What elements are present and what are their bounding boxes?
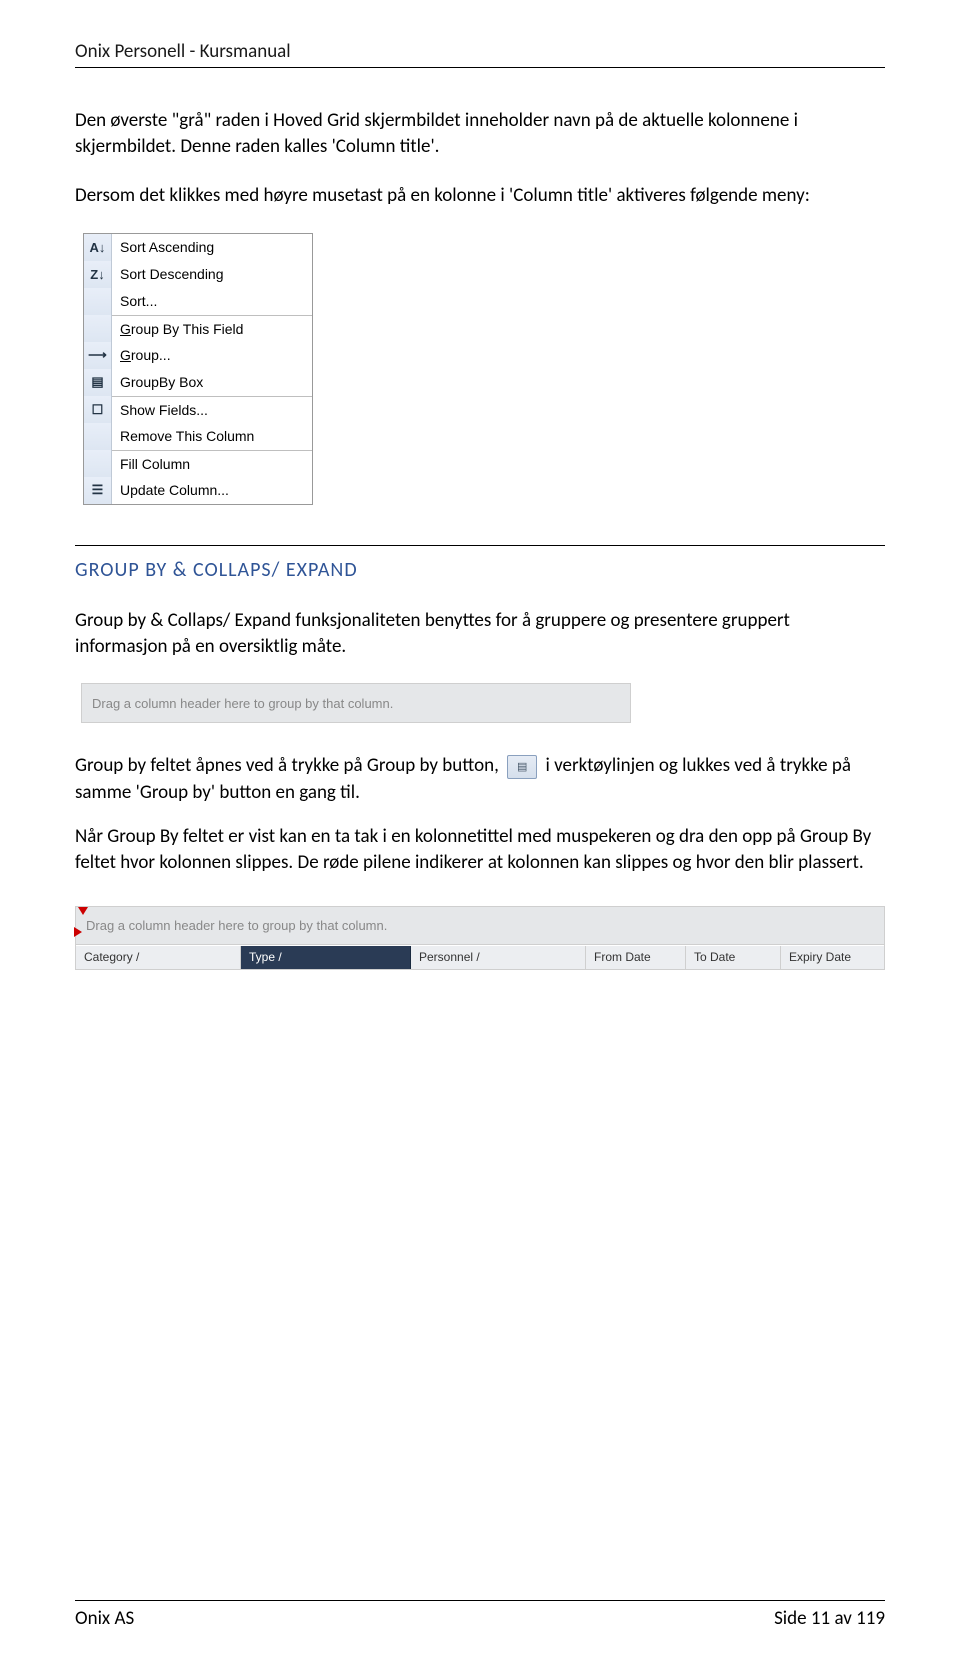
paragraph-3: Group by & Collaps/ Expand funksjonalite… <box>75 608 885 659</box>
sort-desc-icon: Z↓ <box>84 261 112 288</box>
menu-label: GroupBy Box <box>112 374 203 390</box>
blank-icon <box>84 450 112 477</box>
menu-item-show-fields[interactable]: ☐ Show Fields... <box>84 396 312 423</box>
menu-item-groupby-box[interactable]: ▤ GroupBy Box <box>84 369 312 396</box>
menu-item-group-by-field[interactable]: Group By This Field <box>84 315 312 342</box>
header-rule <box>75 67 885 68</box>
footer-right: Side 11 av 119 <box>774 1607 885 1630</box>
menu-label: Group By This Field <box>112 321 243 337</box>
paragraph-5: Når Group By feltet er vist kan en ta ta… <box>75 824 885 875</box>
drop-arrow-top-icon <box>78 907 88 915</box>
menu-label: Update Column... <box>112 482 229 498</box>
paragraph-2: Dersom det klikkes med høyre musetast på… <box>75 183 885 209</box>
col-from-date[interactable]: From Date <box>586 946 686 969</box>
menu-item-sort-desc[interactable]: Z↓ Sort Descending <box>84 261 312 288</box>
menu-item-update-column[interactable]: ☰ Update Column... <box>84 477 312 504</box>
col-category[interactable]: Category / <box>76 946 241 969</box>
col-type[interactable]: Type / <box>241 946 411 969</box>
section-separator: GROUP BY & COLLAPS/ EXPAND <box>75 545 885 582</box>
document-header: Onix Personell - Kursmanual <box>75 40 885 63</box>
blank-icon <box>84 423 112 450</box>
footer-rule <box>75 1600 885 1601</box>
menu-item-fill-column[interactable]: Fill Column <box>84 450 312 477</box>
menu-label: Sort Ascending <box>112 239 214 255</box>
drop-arrow-left-icon <box>74 927 82 937</box>
paragraph-4: Group by feltet åpnes ved å trykke på Gr… <box>75 753 885 806</box>
column-context-menu: A↓ Sort Ascending Z↓ Sort Descending Sor… <box>83 233 313 505</box>
col-personnel[interactable]: Personnel / <box>411 946 586 969</box>
footer-left: Onix AS <box>75 1607 134 1630</box>
menu-label: Remove This Column <box>112 428 254 444</box>
sort-asc-icon: A↓ <box>84 234 112 261</box>
menu-label: Show Fields... <box>112 402 208 418</box>
grid-drop-area[interactable]: Drag a column header here to group by th… <box>76 907 884 945</box>
section-heading: GROUP BY & COLLAPS/ EXPAND <box>75 558 885 582</box>
menu-label: Group... <box>112 347 171 363</box>
groupby-drop-area[interactable]: Drag a column header here to group by th… <box>81 683 631 723</box>
menu-item-group[interactable]: ⟶ Group... <box>84 342 312 369</box>
menu-label: Sort Descending <box>112 266 224 282</box>
blank-icon <box>84 288 112 315</box>
grid-group-example: Drag a column header here to group by th… <box>75 906 885 970</box>
update-icon: ☰ <box>84 477 112 504</box>
paragraph-1: Den øverste "grå" raden i Hoved Grid skj… <box>75 108 885 159</box>
menu-item-remove-column[interactable]: Remove This Column <box>84 423 312 450</box>
grid-drop-hint: Drag a column header here to group by th… <box>86 918 387 933</box>
blank-icon <box>84 315 112 342</box>
page-footer: Onix AS Side 11 av 119 <box>75 1600 885 1630</box>
groupby-button-icon: ▤ <box>507 755 537 779</box>
group-icon: ⟶ <box>84 342 112 369</box>
groupby-box-icon: ▤ <box>84 369 112 396</box>
show-fields-icon: ☐ <box>84 396 112 423</box>
paragraph-4a: Group by feltet åpnes ved å trykke på Gr… <box>75 754 503 777</box>
menu-label: Fill Column <box>112 456 190 472</box>
grid-column-header-row: Category / Type / Personnel / From Date … <box>76 945 884 969</box>
menu-label: Sort... <box>112 293 157 309</box>
menu-item-sort-asc[interactable]: A↓ Sort Ascending <box>84 234 312 261</box>
col-expiry-date[interactable]: Expiry Date <box>781 946 881 969</box>
menu-item-sort[interactable]: Sort... <box>84 288 312 315</box>
col-to-date[interactable]: To Date <box>686 946 781 969</box>
